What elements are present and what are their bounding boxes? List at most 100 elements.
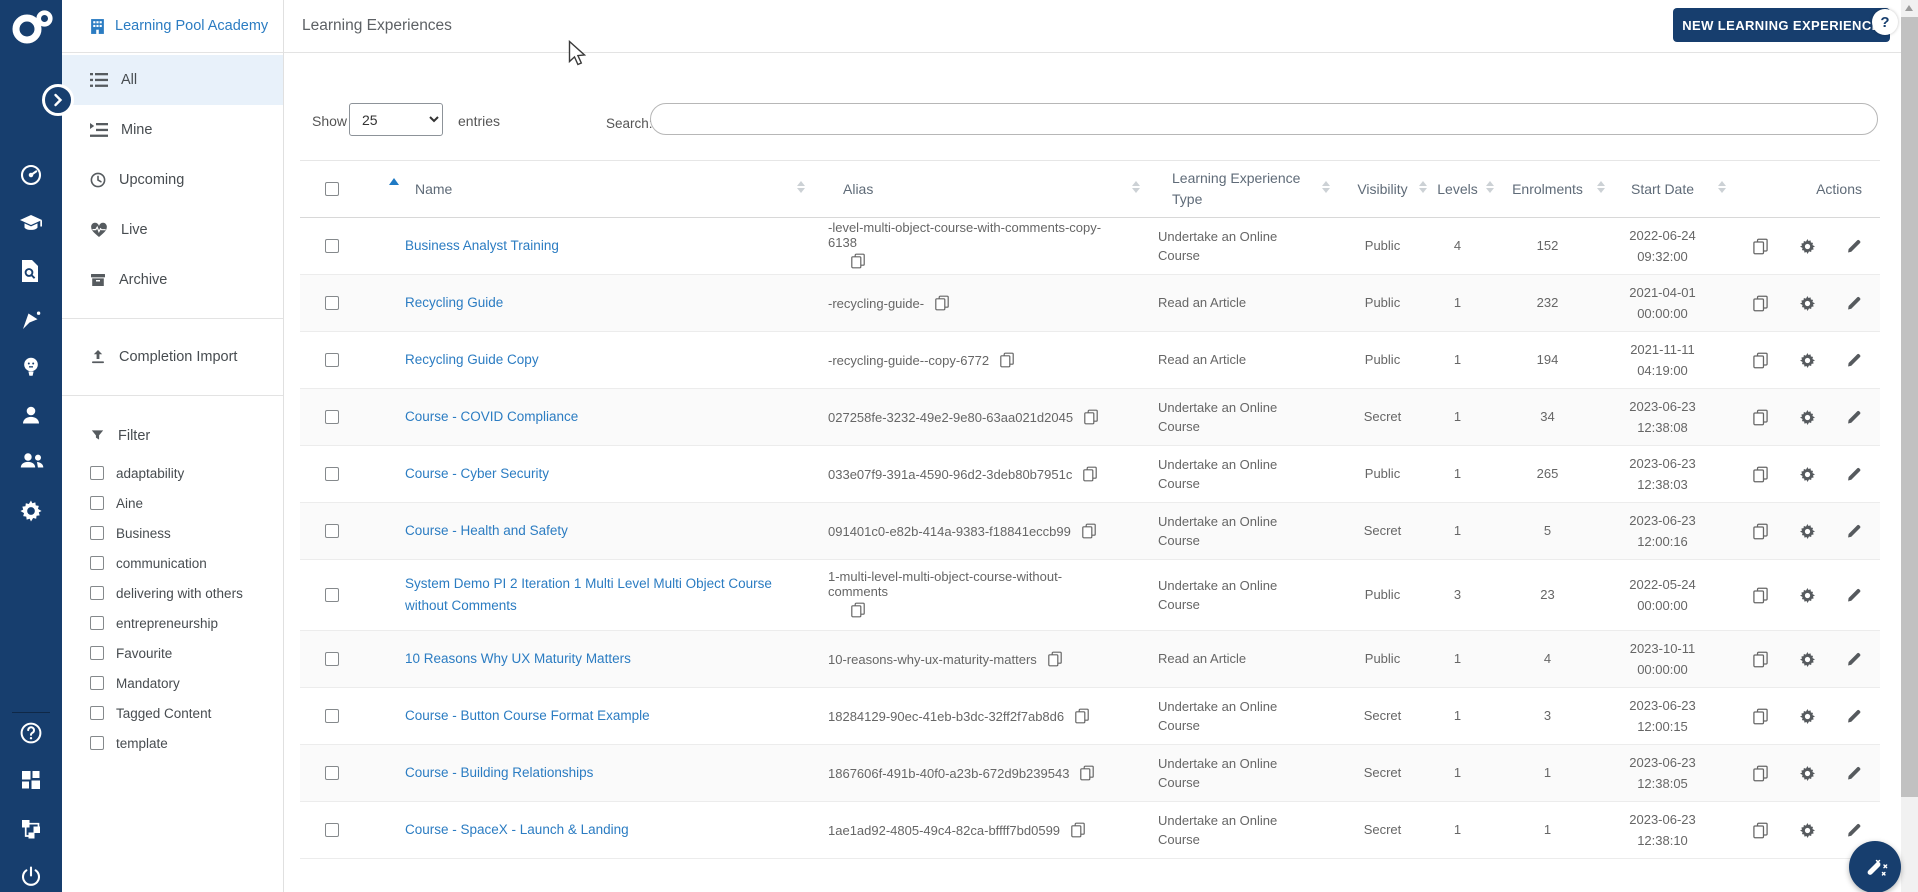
- filter-checkbox[interactable]: [90, 466, 104, 480]
- user-icon[interactable]: [19, 403, 43, 427]
- column-header-enrolments[interactable]: Enrolments: [1490, 181, 1605, 197]
- duplicate-action-icon[interactable]: [1752, 708, 1769, 725]
- edit-action-icon[interactable]: [1846, 466, 1862, 482]
- dashboard-icon[interactable]: [19, 163, 43, 187]
- vertical-scrollbar[interactable]: [1901, 0, 1918, 892]
- filter-checkbox[interactable]: [90, 526, 104, 540]
- magic-wand-fab[interactable]: [1849, 841, 1901, 892]
- duplicate-action-icon[interactable]: [1752, 651, 1769, 668]
- experience-name-link[interactable]: System Demo PI 2 Iteration 1 Multi Level…: [405, 573, 815, 616]
- column-header-type[interactable]: Learning Experience Type: [1150, 168, 1340, 210]
- filter-option[interactable]: delivering with others: [62, 578, 283, 608]
- duplicate-action-icon[interactable]: [1752, 822, 1769, 839]
- copy-alias-icon[interactable]: [934, 295, 950, 311]
- filter-checkbox[interactable]: [90, 676, 104, 690]
- experience-name-link[interactable]: Course - SpaceX - Launch & Landing: [405, 819, 649, 841]
- learning-pool-logo[interactable]: [8, 6, 54, 53]
- row-checkbox[interactable]: [325, 467, 339, 481]
- help-badge-icon[interactable]: ?: [1872, 9, 1898, 35]
- experience-name-link[interactable]: 10 Reasons Why UX Maturity Matters: [405, 648, 651, 670]
- copy-alias-icon[interactable]: [1082, 466, 1098, 482]
- row-checkbox[interactable]: [325, 353, 339, 367]
- flag-icon[interactable]: [19, 307, 43, 331]
- filter-option[interactable]: communication: [62, 548, 283, 578]
- learning-catalogue-icon[interactable]: [19, 211, 43, 235]
- row-checkbox[interactable]: [325, 239, 339, 253]
- copy-alias-icon[interactable]: [999, 352, 1015, 368]
- column-header-visibility[interactable]: Visibility: [1340, 181, 1427, 197]
- settings-action-icon[interactable]: [1799, 651, 1816, 668]
- row-checkbox[interactable]: [325, 588, 339, 602]
- copy-alias-icon[interactable]: [1047, 651, 1063, 667]
- filter-checkbox[interactable]: [90, 646, 104, 660]
- experience-name-link[interactable]: Course - Building Relationships: [405, 762, 613, 784]
- experience-name-link[interactable]: Course - Health and Safety: [405, 520, 588, 542]
- duplicate-action-icon[interactable]: [1752, 587, 1769, 604]
- experience-name-link[interactable]: Course - COVID Compliance: [405, 406, 598, 428]
- settings-action-icon[interactable]: [1799, 765, 1816, 782]
- experience-name-link[interactable]: Course - Cyber Security: [405, 463, 569, 485]
- settings-action-icon[interactable]: [1799, 587, 1816, 604]
- column-header-start-date[interactable]: Start Date: [1605, 181, 1726, 197]
- experience-name-link[interactable]: Course - Button Course Format Example: [405, 705, 670, 727]
- edit-action-icon[interactable]: [1846, 822, 1862, 838]
- groups-icon[interactable]: [19, 451, 44, 475]
- help-icon[interactable]: [19, 721, 43, 745]
- column-header-name[interactable]: Name: [380, 177, 815, 197]
- row-checkbox[interactable]: [325, 652, 339, 666]
- filter-option[interactable]: entrepreneurship: [62, 608, 283, 638]
- filter-checkbox[interactable]: [90, 736, 104, 750]
- sidebar-item-archive[interactable]: Archive: [62, 255, 283, 305]
- copy-alias-icon[interactable]: [1070, 822, 1086, 838]
- duplicate-action-icon[interactable]: [1752, 409, 1769, 426]
- filter-checkbox[interactable]: [90, 586, 104, 600]
- scroll-up-arrow[interactable]: [1905, 5, 1913, 11]
- select-all-checkbox[interactable]: [325, 182, 339, 196]
- filter-option[interactable]: Tagged Content: [62, 698, 283, 728]
- search-input[interactable]: [650, 103, 1878, 135]
- filter-option[interactable]: Mandatory: [62, 668, 283, 698]
- experience-name-link[interactable]: Recycling Guide: [405, 292, 523, 314]
- page-size-select[interactable]: 25: [349, 103, 443, 136]
- apps-grid-icon[interactable]: [19, 768, 43, 792]
- experience-name-link[interactable]: Business Analyst Training: [405, 235, 579, 257]
- edit-action-icon[interactable]: [1846, 409, 1862, 425]
- duplicate-action-icon[interactable]: [1752, 765, 1769, 782]
- sidebar-item-completion-import[interactable]: Completion Import: [62, 332, 283, 382]
- sidebar-item-mine[interactable]: Mine: [62, 105, 283, 155]
- edit-action-icon[interactable]: [1846, 295, 1862, 311]
- duplicate-action-icon[interactable]: [1752, 352, 1769, 369]
- edit-action-icon[interactable]: [1846, 587, 1862, 603]
- edit-action-icon[interactable]: [1846, 238, 1862, 254]
- row-checkbox[interactable]: [325, 823, 339, 837]
- settings-action-icon[interactable]: [1799, 409, 1816, 426]
- filter-option[interactable]: template: [62, 728, 283, 758]
- filter-option[interactable]: adaptability: [62, 458, 283, 488]
- lightbulb-icon[interactable]: [19, 355, 43, 379]
- copy-alias-icon[interactable]: [850, 602, 866, 618]
- filter-checkbox[interactable]: [90, 616, 104, 630]
- copy-alias-icon[interactable]: [1083, 409, 1099, 425]
- edit-action-icon[interactable]: [1846, 352, 1862, 368]
- settings-action-icon[interactable]: [1799, 822, 1816, 839]
- select-all-header[interactable]: [300, 182, 380, 196]
- sitemap-icon[interactable]: [19, 816, 43, 840]
- copy-alias-icon[interactable]: [850, 253, 866, 269]
- duplicate-action-icon[interactable]: [1752, 466, 1769, 483]
- copy-alias-icon[interactable]: [1074, 708, 1090, 724]
- filter-option[interactable]: Aine: [62, 488, 283, 518]
- academy-home-link[interactable]: Learning Pool Academy: [62, 0, 283, 53]
- settings-action-icon[interactable]: [1799, 523, 1816, 540]
- row-checkbox[interactable]: [325, 524, 339, 538]
- filter-option[interactable]: Favourite: [62, 638, 283, 668]
- scrollbar-thumb[interactable]: [1901, 17, 1918, 797]
- settings-action-icon[interactable]: [1799, 238, 1816, 255]
- new-learning-experience-button[interactable]: NEW LEARNING EXPERIENCE: [1673, 8, 1890, 42]
- edit-action-icon[interactable]: [1846, 651, 1862, 667]
- column-header-levels[interactable]: Levels: [1425, 181, 1494, 197]
- settings-action-icon[interactable]: [1799, 466, 1816, 483]
- copy-alias-icon[interactable]: [1081, 523, 1097, 539]
- settings-action-icon[interactable]: [1799, 352, 1816, 369]
- column-header-alias[interactable]: Alias: [815, 181, 1150, 197]
- experience-name-link[interactable]: Recycling Guide Copy: [405, 349, 559, 371]
